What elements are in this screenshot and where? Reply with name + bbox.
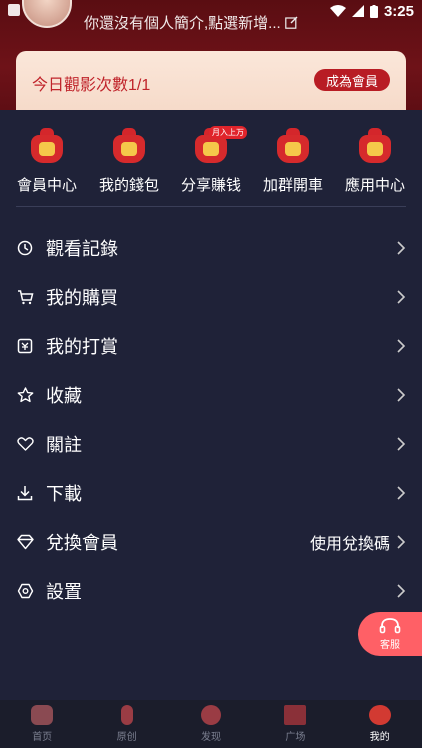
divider xyxy=(16,206,406,207)
earn-badge: 月入上万 xyxy=(209,126,247,139)
chevron-right-icon xyxy=(394,240,408,255)
lion-icon xyxy=(31,705,54,725)
firework-icon xyxy=(200,705,221,725)
grid-label: 會員中心 xyxy=(16,177,77,194)
car-bag-icon xyxy=(277,128,309,164)
grid-label: 應用中心 xyxy=(344,177,405,194)
menu-item-following[interactable]: 關註 xyxy=(0,419,422,468)
share-bag-icon: 月入上万 xyxy=(195,126,247,164)
tab-square[interactable]: 广场 xyxy=(253,705,337,743)
profile-bio[interactable]: 你還沒有個人簡介,點選新增... xyxy=(84,12,298,33)
wifi-icon xyxy=(329,5,346,17)
tab-label: 首页 xyxy=(32,732,53,743)
menu-item-purchases[interactable]: 我的購買 xyxy=(0,272,422,321)
menu-label: 兌換會員 xyxy=(46,532,118,553)
clock-icon xyxy=(16,239,34,257)
cart-icon xyxy=(16,288,34,306)
menu-label: 觀看記錄 xyxy=(46,238,118,259)
menu-label: 下載 xyxy=(46,483,82,504)
diamond-icon xyxy=(16,533,34,551)
tab-discover[interactable]: 发现 xyxy=(169,705,253,743)
grid-label: 分享賺钱 xyxy=(180,177,241,194)
tab-mine[interactable]: 我的 xyxy=(338,705,422,743)
crown-bag-icon xyxy=(31,128,63,164)
tab-home[interactable]: 首页 xyxy=(0,705,84,743)
tab-label: 我的 xyxy=(369,732,390,743)
menu-label: 我的打賞 xyxy=(46,336,118,357)
tab-label: 原创 xyxy=(116,732,137,743)
menu-item-favorites[interactable]: 收藏 xyxy=(0,370,422,419)
heart-icon xyxy=(16,435,34,453)
grid-label: 加群開車 xyxy=(262,177,323,194)
customer-service-button[interactable]: 客服 xyxy=(358,612,422,656)
reward-icon xyxy=(16,337,34,355)
app-bag-icon xyxy=(359,128,391,164)
menu-item-downloads[interactable]: 下載 xyxy=(0,468,422,517)
chevron-right-icon xyxy=(394,485,408,500)
grid-item-join-group[interactable]: 加群開車 xyxy=(253,128,333,195)
chevron-right-icon xyxy=(394,436,408,451)
menu-item-watch-history[interactable]: 觀看記錄 xyxy=(0,223,422,272)
headset-icon xyxy=(379,618,401,634)
grid-item-app-center[interactable]: 應用中心 xyxy=(335,128,415,195)
become-member-button[interactable]: 成為會員 xyxy=(313,69,390,91)
chevron-right-icon xyxy=(394,583,408,598)
chevron-right-icon xyxy=(394,387,408,402)
bottom-tab-bar: 首页 原创 发现 广场 我的 xyxy=(0,700,422,748)
grid-label: 我的錢包 xyxy=(98,177,159,194)
bio-text: 你還沒有個人簡介,點選新增... xyxy=(84,15,281,32)
status-time: 3:25 xyxy=(383,2,414,20)
menu-label: 我的購買 xyxy=(46,287,118,308)
download-icon xyxy=(16,484,34,502)
menu-label: 收藏 xyxy=(46,385,82,406)
main-panel: 會員中心 我的錢包 月入上万 分享賺钱 加群開車 應用中心 觀看記錄 我的購買 … xyxy=(0,110,422,700)
menu-label: 設置 xyxy=(46,581,82,602)
drum-icon xyxy=(368,705,391,725)
firecracker-icon xyxy=(120,705,133,725)
chevron-right-icon xyxy=(394,289,408,304)
wallet-bag-icon xyxy=(113,128,145,164)
star-icon xyxy=(16,386,34,404)
chevron-right-icon xyxy=(394,534,408,549)
feature-grid: 會員中心 我的錢包 月入上万 分享賺钱 加群開車 應用中心 xyxy=(0,126,422,195)
grid-item-share-earn[interactable]: 月入上万 分享賺钱 xyxy=(171,126,251,195)
grid-item-wallet[interactable]: 我的錢包 xyxy=(89,128,169,195)
tab-label: 发现 xyxy=(200,732,221,743)
menu-item-redeem-membership[interactable]: 兌換會員 使用兌換碼 xyxy=(0,517,422,566)
chevron-right-icon xyxy=(394,338,408,353)
menu-label: 關註 xyxy=(46,434,82,455)
menu-item-settings[interactable]: 設置 xyxy=(0,566,422,615)
menu-item-rewards[interactable]: 我的打賞 xyxy=(0,321,422,370)
grid-item-member-center[interactable]: 會員中心 xyxy=(7,128,87,195)
signal-icon xyxy=(351,5,364,17)
tab-label: 广场 xyxy=(285,732,306,743)
battery-icon xyxy=(369,4,378,18)
settings-menu: 觀看記錄 我的購買 我的打賞 收藏 關註 下載 兌換會員 使用兌換碼 設置 xyxy=(0,223,422,615)
edit-icon[interactable] xyxy=(284,16,298,29)
tab-original[interactable]: 原创 xyxy=(85,705,169,743)
daily-view-count: 今日觀影次數1/1 xyxy=(32,77,151,94)
settings-icon xyxy=(16,582,34,600)
fan-icon xyxy=(284,705,307,725)
redeem-code-link[interactable]: 使用兌換碼 xyxy=(310,530,390,554)
customer-service-label: 客服 xyxy=(380,640,400,651)
